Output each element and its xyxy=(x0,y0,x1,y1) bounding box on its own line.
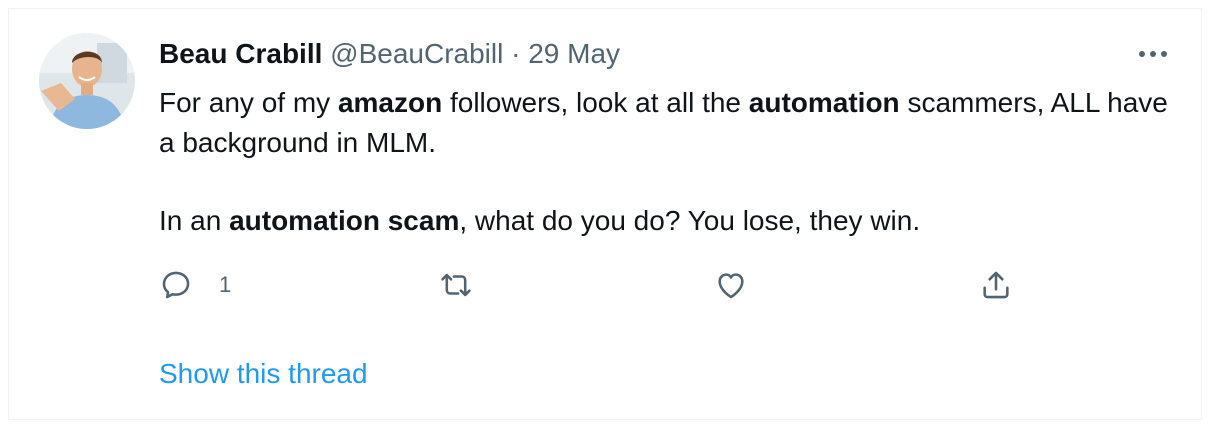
reply-icon xyxy=(162,271,190,299)
tweet-text: For any of my amazon followers, look at … xyxy=(159,83,1179,241)
text-run: In an xyxy=(159,205,230,236)
text-run: followers, look at all the xyxy=(442,87,749,118)
more-icon xyxy=(1139,51,1167,57)
author-display-name[interactable]: Beau Crabill xyxy=(159,38,322,69)
avatar[interactable] xyxy=(39,33,135,129)
tweet-header: Beau Crabill @BeauCrabill · 29 May xyxy=(159,37,620,71)
tweet-paragraph: In an automation scam, what do you do? Y… xyxy=(159,201,1179,241)
retweet-icon xyxy=(441,273,471,297)
like-icon xyxy=(718,273,744,299)
retweet-button[interactable] xyxy=(439,265,473,305)
text-run: For any of my xyxy=(159,87,338,118)
tweet-card[interactable]: Beau Crabill @BeauCrabill · 29 May For a… xyxy=(8,8,1202,420)
more-options-button[interactable] xyxy=(1135,39,1171,69)
tweet-actions: 1 xyxy=(159,265,1059,305)
share-icon xyxy=(983,271,1009,299)
highlighted-term: automation xyxy=(748,87,900,118)
tweet-paragraph: For any of my amazon followers, look at … xyxy=(159,83,1179,163)
reply-count: 1 xyxy=(219,272,232,297)
header-separator: · xyxy=(511,38,521,69)
author-handle[interactable]: @BeauCrabill xyxy=(330,38,503,69)
reply-button[interactable]: 1 xyxy=(159,265,231,305)
show-thread-link[interactable]: Show this thread xyxy=(159,358,368,390)
share-button[interactable] xyxy=(979,265,1013,305)
highlighted-term: amazon xyxy=(337,87,443,118)
highlighted-term: automation scam xyxy=(229,205,460,236)
divider xyxy=(9,419,1201,420)
tweet-timestamp[interactable]: 29 May xyxy=(528,38,620,69)
text-run: , what do you do? You lose, they win. xyxy=(459,205,921,236)
like-button[interactable] xyxy=(714,265,748,305)
avatar-photo-icon xyxy=(39,33,135,129)
